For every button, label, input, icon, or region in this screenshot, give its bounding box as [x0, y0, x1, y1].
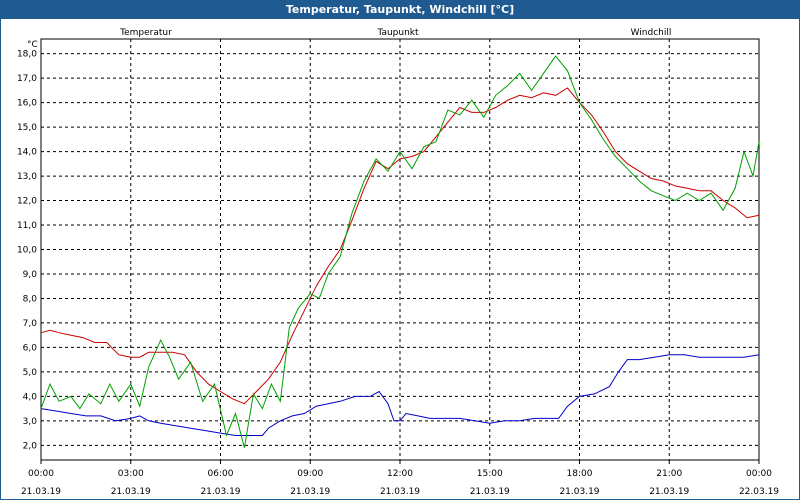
y-tick-label: 4,0 [23, 392, 38, 402]
y-tick-label: 5,0 [23, 368, 38, 378]
x-tick-time: 12:00 [387, 469, 413, 479]
x-tick-date: 21.03.19 [649, 487, 689, 497]
x-tick-date: 21.03.19 [470, 487, 510, 497]
x-tick-time: 15:00 [477, 469, 503, 479]
x-tick-time: 00:00 [28, 469, 54, 479]
y-tick-label: 9,0 [23, 270, 38, 280]
y-tick-label: 2,0 [23, 441, 38, 451]
x-tick-date: 21.03.19 [290, 487, 330, 497]
legend-item-taupunkt: Taupunkt [376, 28, 419, 38]
y-tick-label: 7,0 [23, 319, 38, 329]
y-tick-label: 17,0 [17, 74, 37, 84]
y-tick-label: 10,0 [17, 246, 37, 256]
x-tick-time: 21:00 [656, 469, 682, 479]
x-axis-ticks: 00:00 21.03.19 03:00 21.03.19 06:00 21.03.19 0… [21, 460, 779, 497]
legend: Temperatur Taupunkt Windchill [119, 28, 671, 38]
x-tick-time: 03:00 [118, 469, 144, 479]
y-tick-label: 13,0 [17, 172, 37, 182]
legend-item-windchill: Windchill [631, 28, 672, 38]
x-tick-date: 21.03.19 [380, 487, 420, 497]
y-axis-label: °C [27, 40, 38, 50]
y-tick-label: 8,0 [23, 294, 38, 304]
y-tick-label: 12,0 [17, 197, 37, 207]
chart-window: Temperatur, Taupunkt, Windchill [°C] 2,0… [0, 0, 800, 500]
y-tick-label: 18,0 [17, 50, 37, 60]
y-tick-label: 15,0 [17, 123, 37, 133]
y-tick-label: 6,0 [23, 343, 38, 353]
y-tick-label: 16,0 [17, 99, 37, 109]
x-tick-date: 21.03.19 [559, 487, 599, 497]
y-tick-label: 14,0 [17, 148, 37, 158]
y-axis-ticks: 2,0 3,0 4,0 5,0 6,0 7,0 8,0 9,0 10,0 11,0 12,0 13,0… [17, 50, 37, 452]
y-tick-label: 11,0 [17, 221, 37, 231]
x-tick-time: 18:00 [567, 469, 593, 479]
x-tick-date: 22.03.19 [739, 487, 779, 497]
y-tick-label: 3,0 [23, 417, 38, 427]
x-tick-time: 09:00 [297, 469, 323, 479]
legend-item-temperatur: Temperatur [119, 28, 172, 38]
x-tick-date: 21.03.19 [200, 487, 240, 497]
x-tick-date: 21.03.19 [111, 487, 151, 497]
x-tick-time: 06:00 [208, 469, 234, 479]
line-chart: 2,0 3,0 4,0 5,0 6,0 7,0 8,0 9,0 10,0 11,0 12,0 13,0… [17, 28, 779, 497]
x-tick-date: 21.03.19 [21, 487, 61, 497]
x-tick-time: 00:00 [746, 469, 772, 479]
